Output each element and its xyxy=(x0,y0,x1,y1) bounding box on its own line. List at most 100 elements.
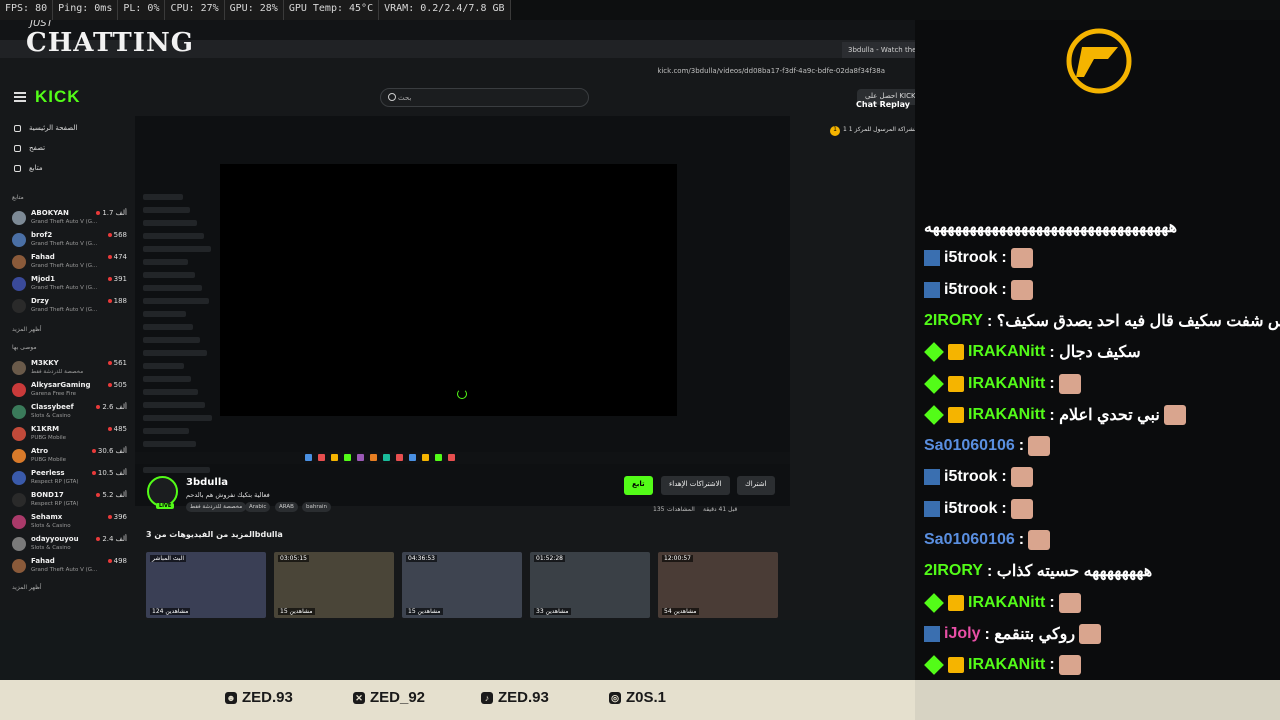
show-more-link[interactable]: أظهر المزيد xyxy=(12,326,42,333)
social-bar-right xyxy=(915,680,1280,720)
viewer-number: 10.5 ألف xyxy=(97,469,127,477)
sidebar-channel[interactable]: Mjod1 Grand Theft Auto V (G... 391 xyxy=(12,274,127,296)
video-thumbnail[interactable]: 04:36:53 15 مشاهدين xyxy=(402,552,522,618)
channel-viewers: 2.6 ألف xyxy=(96,403,127,411)
diamond-badge-icon xyxy=(924,655,944,676)
sidebar-channel[interactable]: Peerless Respect RP (GTA) 10.5 ألف xyxy=(12,468,127,490)
sidebar-channel[interactable]: Classybeef Slots & Casino 2.6 ألف xyxy=(12,402,127,424)
tag-bahrain[interactable]: bahrain xyxy=(302,502,331,512)
channel-name: M3KKY xyxy=(31,359,59,367)
channel-name: Fahad xyxy=(31,253,55,261)
chat-username[interactable]: Sa01060106 xyxy=(924,437,1015,455)
chat-username[interactable]: IRAKANitt xyxy=(968,406,1045,424)
streamer-name[interactable]: 3bdulla xyxy=(186,477,228,488)
chat-text: : نبي تحدي اعلام xyxy=(1049,406,1160,424)
tag-arab[interactable]: ARAB xyxy=(275,502,298,512)
channel-avatar xyxy=(12,405,26,419)
viewer-number: 1.7 ألف xyxy=(102,209,127,217)
channel-avatar xyxy=(12,211,26,225)
stat-item: GPU Temp: 45°C xyxy=(284,0,380,20)
nested-sidebar-row xyxy=(143,220,197,226)
subscribe-button[interactable]: اشتراك xyxy=(737,476,775,495)
chat-username[interactable]: iJoly xyxy=(944,625,980,643)
snapchat-icon: ☻ xyxy=(225,691,237,704)
sidebar-channel[interactable]: Fahad Grand Theft Auto V (G... 474 xyxy=(12,252,127,274)
nav-browse[interactable]: تصفح xyxy=(14,144,45,152)
video-views: 54 مشاهدين xyxy=(662,608,699,615)
channel-viewers: 391 xyxy=(107,275,127,283)
social-handle[interactable]: ◎ Z0S.1 xyxy=(609,689,666,706)
kick-logo[interactable]: KICK xyxy=(35,87,81,107)
channel-avatar xyxy=(12,255,26,269)
search-input[interactable]: بحث xyxy=(380,88,589,107)
channel-game: Respect RP (GTA) xyxy=(31,501,79,507)
sidebar-channel[interactable]: odayyouyou Slots & Casino 2.4 ألف xyxy=(12,534,127,556)
channel-name: ABOKYAN xyxy=(31,209,69,217)
social-handle[interactable]: ✕ ZED_92 xyxy=(353,689,425,706)
nav-following[interactable]: متابع xyxy=(14,164,43,172)
channel-info: LIVE 3bdulla فعالية بتكيك نفروش هم بالدح… xyxy=(135,470,790,530)
sidebar-channel[interactable]: brof2 Grand Theft Auto V (G... 568 xyxy=(12,230,127,252)
nav-home[interactable]: الصفحة الرئيسية xyxy=(14,124,77,132)
video-thumbnail[interactable]: 12:00:57 54 مشاهدين xyxy=(658,552,778,618)
chat-username[interactable]: Sa01060106 xyxy=(924,531,1015,549)
gift-subs-button[interactable]: الاشتراكات الإهداء xyxy=(661,476,730,495)
social-handle[interactable]: ☻ ZED.93 xyxy=(225,689,293,706)
channel-avatar xyxy=(12,537,26,551)
nested-sidebar-row xyxy=(143,415,212,421)
chat-username[interactable]: i5trook xyxy=(944,249,997,267)
sidebar-channel[interactable]: AlkysarGaming Garena Free Fire 505 xyxy=(12,380,127,402)
channel-viewers: 485 xyxy=(107,425,127,433)
chat-message: Sa01060106: xyxy=(924,434,1051,458)
sidebar-channel[interactable]: Atro PUBG Mobile 30.6 ألف xyxy=(12,446,127,468)
video-thumbnail[interactable]: 01:52:28 33 مشاهدين xyxy=(530,552,650,618)
chat-username[interactable]: i5trook xyxy=(944,500,997,518)
chat-text: : xyxy=(1049,593,1055,611)
channel-viewers: 1.7 ألف xyxy=(96,209,127,217)
hamburger-menu-icon[interactable] xyxy=(14,92,26,102)
crown-badge-icon xyxy=(948,657,964,674)
live-dot-icon xyxy=(107,515,112,519)
address-bar[interactable]: kick.com/3bdulla/videos/dd08ba17-f3df-4a… xyxy=(0,62,965,80)
nav-browse-label: تصفح xyxy=(29,144,46,152)
chat-username[interactable]: IRAKANitt xyxy=(968,343,1045,361)
sidebar-channel[interactable]: M3KKY مخصصة للدردشة فقط 561 xyxy=(12,358,127,380)
sidebar-channel[interactable]: Drzy Grand Theft Auto V (G... 188 xyxy=(12,296,127,318)
show-more-link-2[interactable]: أظهر المزيد xyxy=(12,584,42,591)
video-duration: 12:00:57 xyxy=(662,555,693,562)
chat-username[interactable]: IRAKANitt xyxy=(968,375,1045,393)
taskbar-app-icon xyxy=(344,454,351,461)
video-duration: 04:36:53 xyxy=(406,555,437,562)
chat-username[interactable]: 2IRORY xyxy=(924,562,983,580)
video-thumbnail[interactable]: البث المباشر 124 مشاهدين xyxy=(146,552,266,618)
stream-capture: 3bdulla - Watch the VOD o kick.com/3bdul… xyxy=(0,18,965,680)
chat-emote-icon xyxy=(1010,279,1033,300)
sidebar-channel[interactable]: Sehamx Slots & Casino 396 xyxy=(12,512,127,534)
viewer-number: 188 xyxy=(113,297,127,305)
live-badge: LIVE xyxy=(156,503,175,509)
video-duration: 01:52:28 xyxy=(534,555,565,562)
chat-username[interactable]: i5trook xyxy=(944,468,997,486)
chat-username[interactable]: IRAKANitt xyxy=(968,594,1045,612)
nested-sidebar-row xyxy=(143,194,183,200)
chat-username[interactable]: IRAKANitt xyxy=(968,656,1045,674)
diamond-badge-icon xyxy=(924,373,944,394)
video-player[interactable] xyxy=(135,116,790,506)
tag-chat-only[interactable]: مخصصة للدردشة فقط xyxy=(186,502,247,512)
channel-avatar xyxy=(12,559,26,573)
channel-game: Grand Theft Auto V (G... xyxy=(31,241,98,247)
chat-text: : xyxy=(1018,437,1025,455)
sidebar-channel[interactable]: ABOKYAN Grand Theft Auto V (G... 1.7 ألف xyxy=(12,208,127,230)
video-thumbnail[interactable]: 03:05:15 15 مشاهدين xyxy=(274,552,394,618)
follow-button[interactable]: تابع xyxy=(624,476,653,495)
chat-username[interactable]: i5trook xyxy=(944,281,997,299)
tag-arabic[interactable]: Arabic xyxy=(245,502,271,512)
nested-sidebar-row xyxy=(143,402,205,408)
social-handle-text: Z0S.1 xyxy=(626,689,667,706)
chat-username[interactable]: 2IRORY xyxy=(924,312,983,330)
sidebar-channel[interactable]: K1KRM PUBG Mobile 485 xyxy=(12,424,127,446)
live-dot-icon xyxy=(107,299,112,303)
social-handle[interactable]: ♪ ZED.93 xyxy=(481,689,549,706)
sidebar-channel[interactable]: BOND17 Respect RP (GTA) 5.2 ألف xyxy=(12,490,127,512)
sidebar-channel[interactable]: Fahad Grand Theft Auto V (G... 498 xyxy=(12,556,127,578)
